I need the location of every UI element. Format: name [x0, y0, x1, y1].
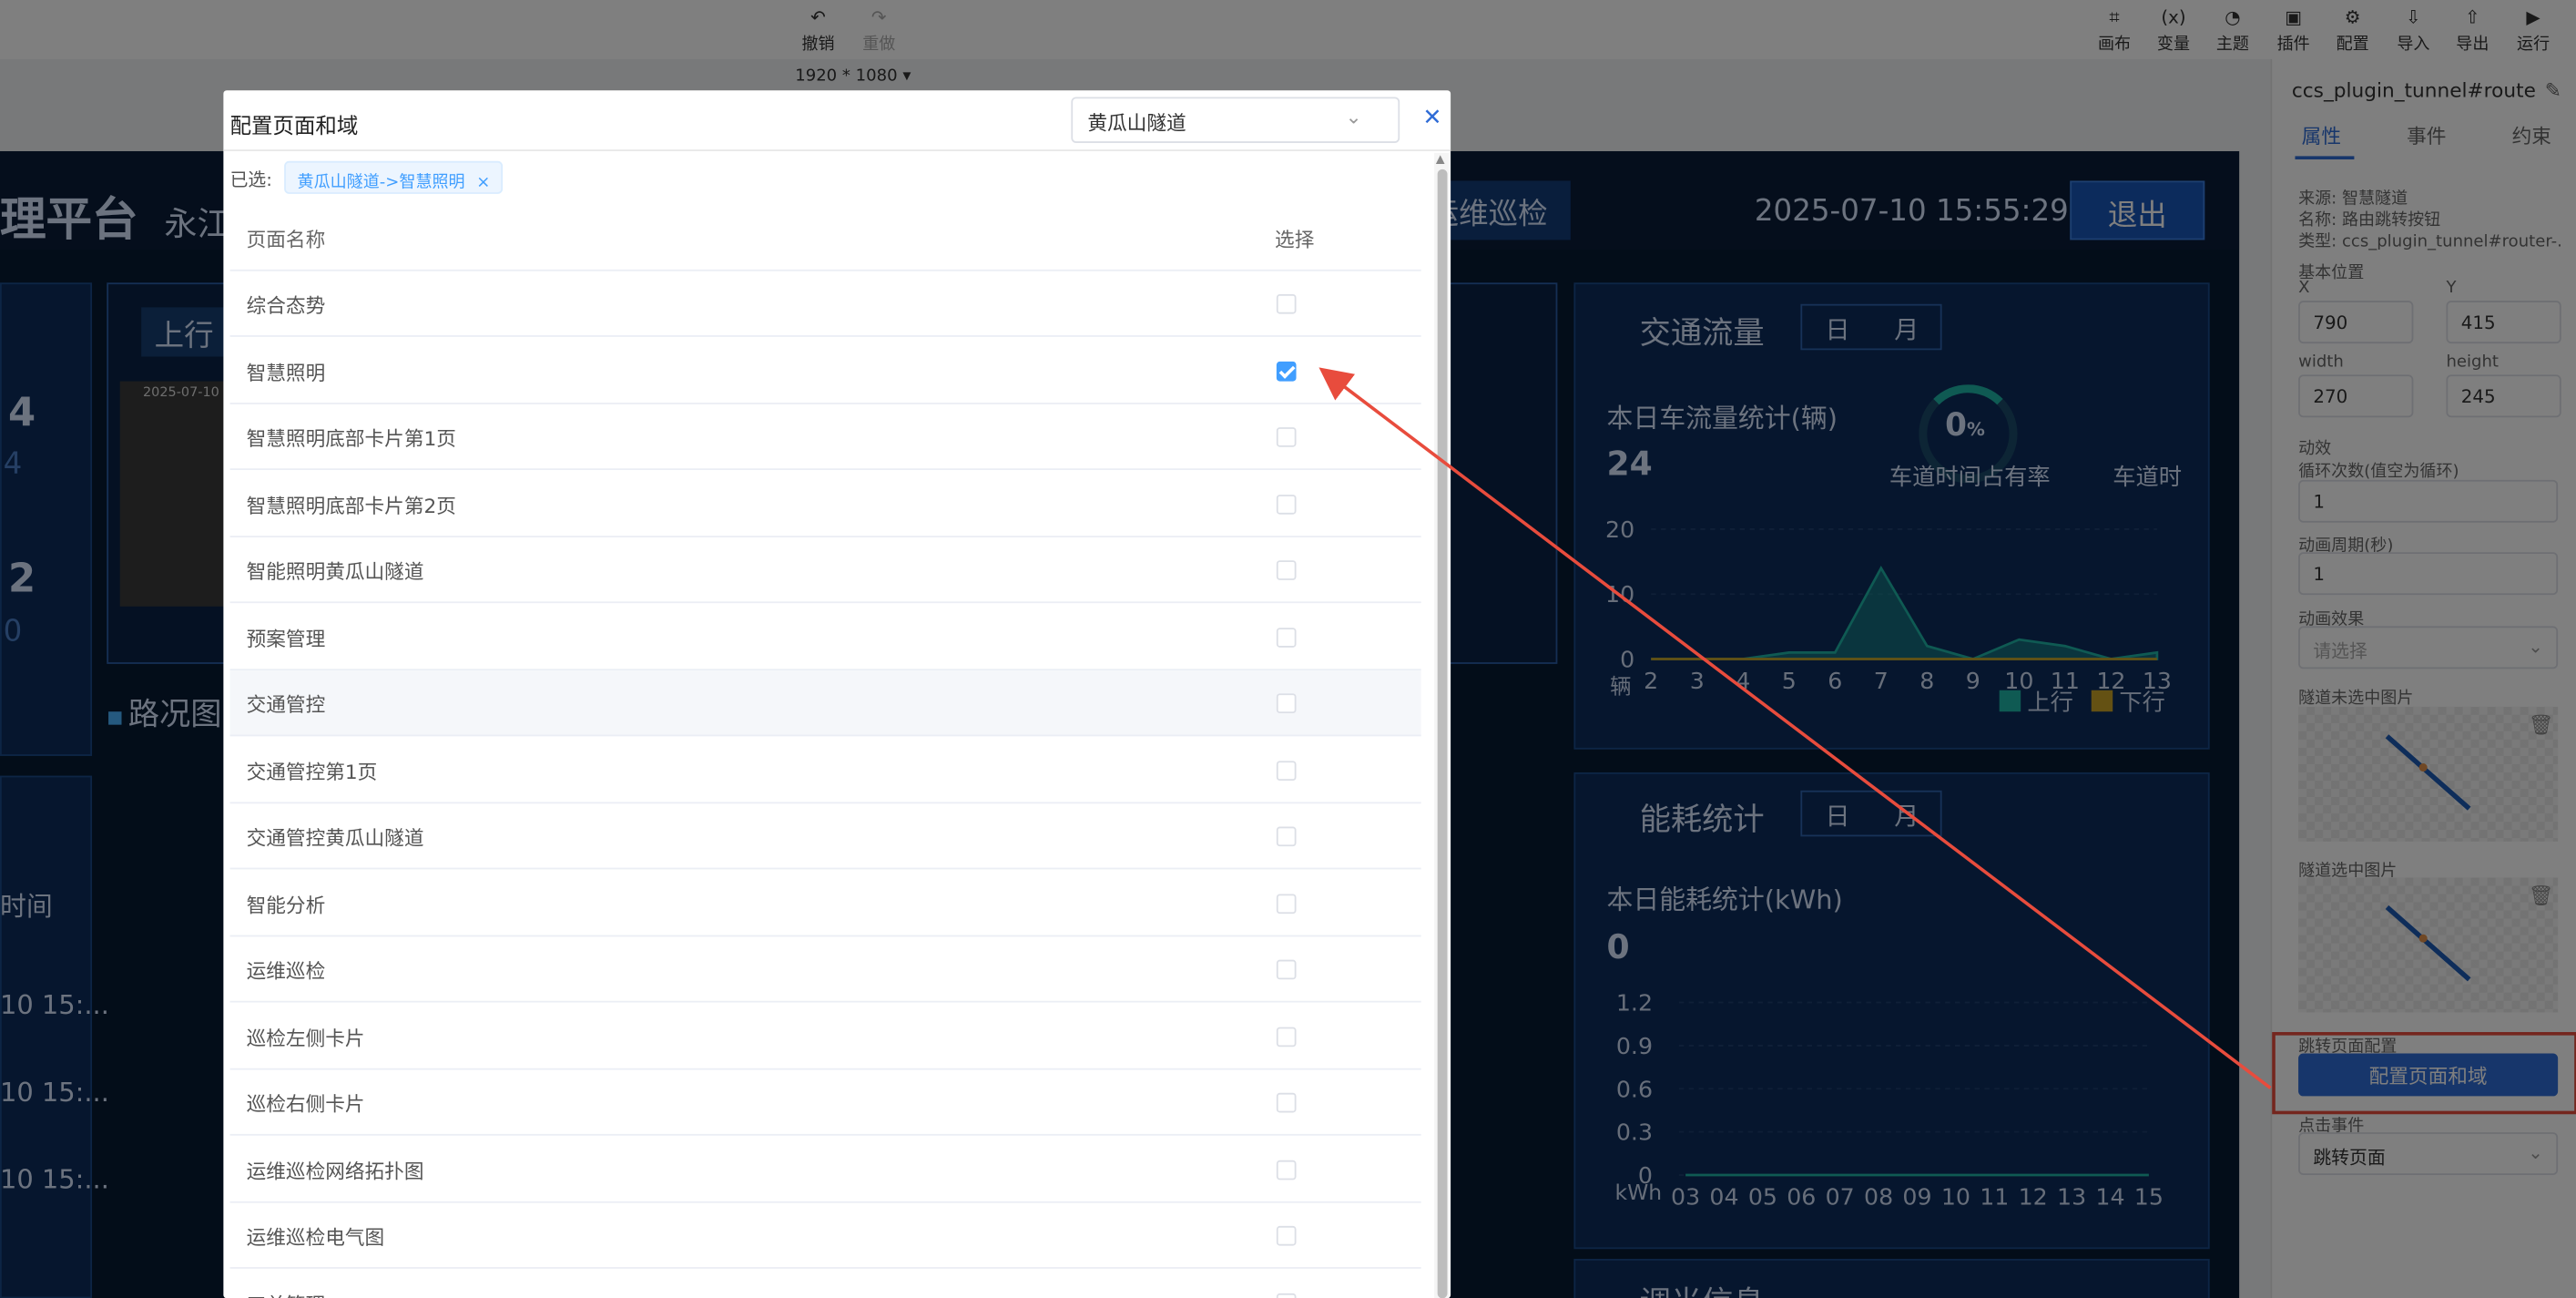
annotation-arrow	[1319, 367, 2272, 1089]
